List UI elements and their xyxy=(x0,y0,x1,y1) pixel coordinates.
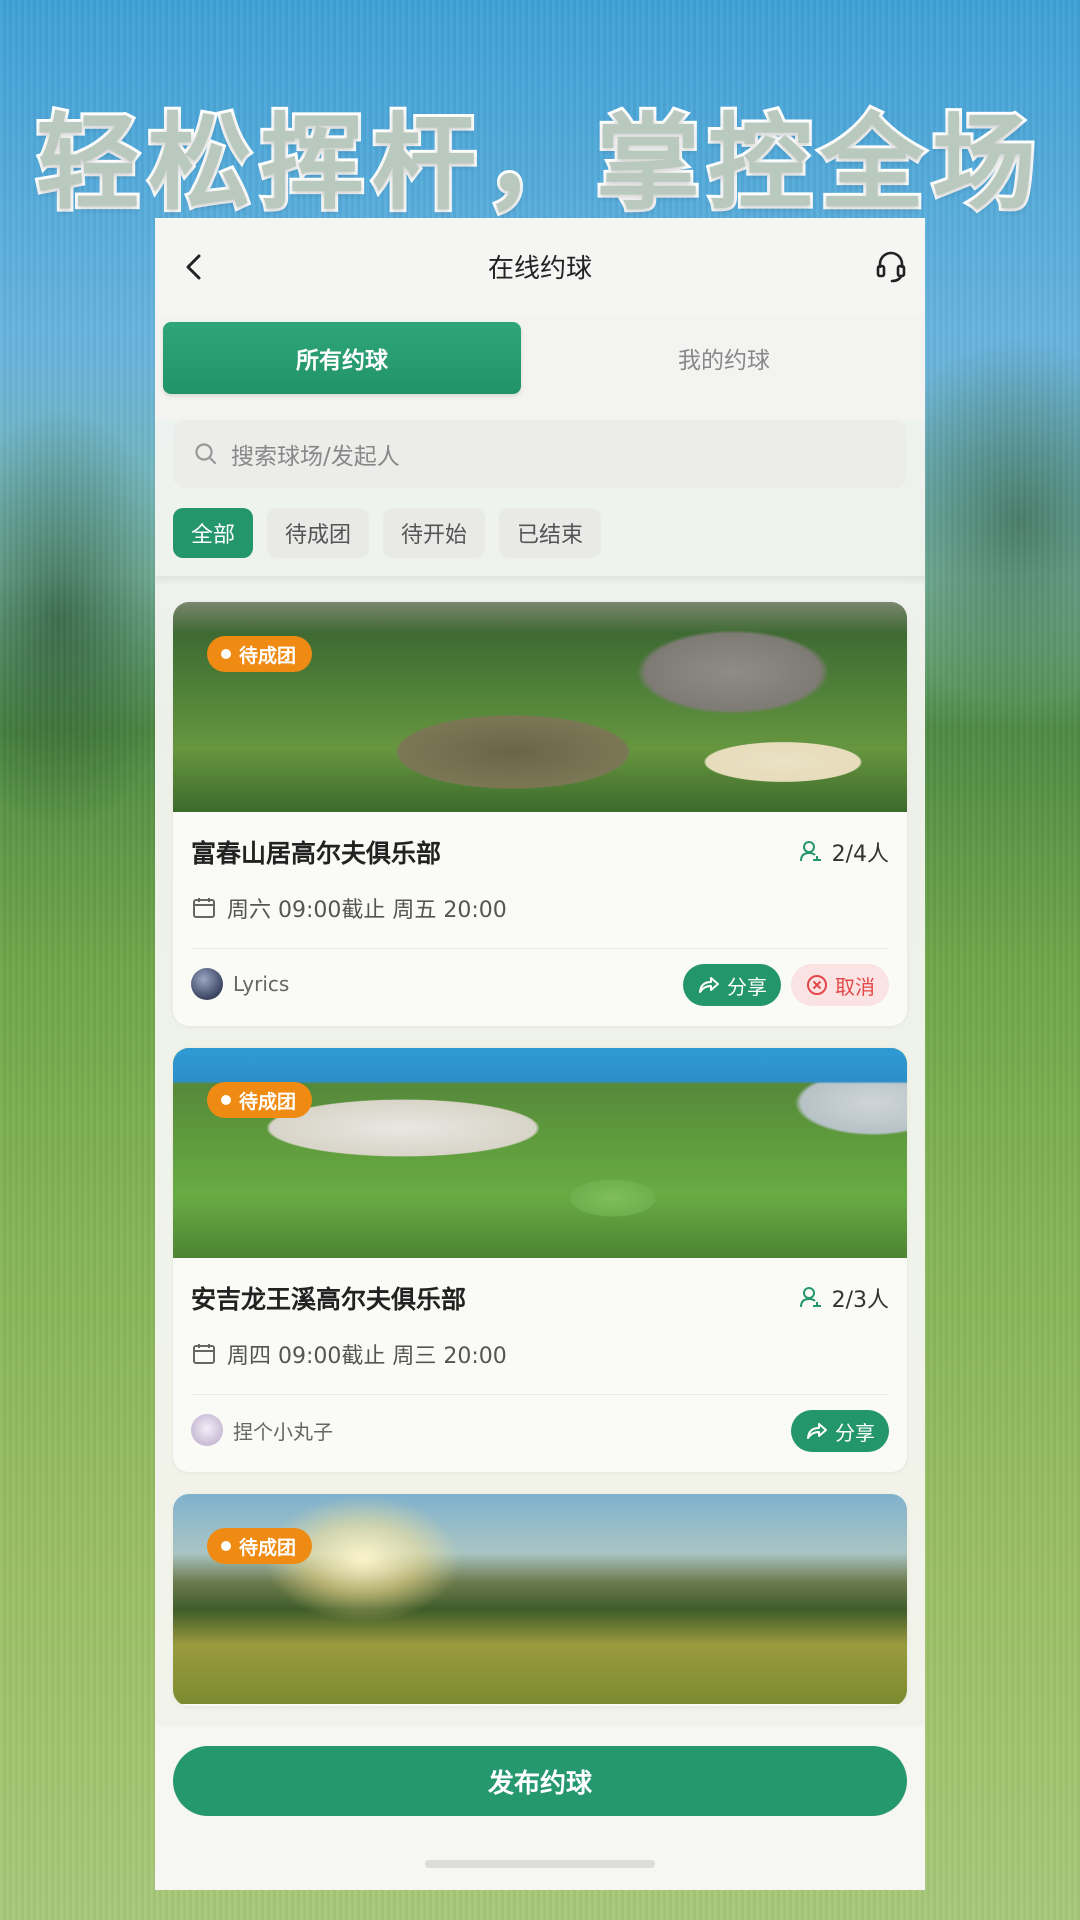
search-icon xyxy=(195,443,217,465)
divider xyxy=(191,948,889,949)
share-label: 分享 xyxy=(727,974,767,999)
filter-pending-group[interactable]: 待成团 xyxy=(267,508,370,558)
bottom-bar: 发布约球 xyxy=(155,1726,925,1890)
organizer: 捏个小丸子 xyxy=(191,1414,333,1446)
app-screen: 在线约球 所有约球 我的约球 搜索球场/发起人 全部 待成团 待开始 已结束 待… xyxy=(155,218,925,1890)
headset-icon[interactable] xyxy=(871,246,911,286)
nav-bar: 在线约球 xyxy=(155,218,925,316)
status-badge: 待成团 xyxy=(207,1082,313,1118)
search-placeholder: 搜索球场/发起人 xyxy=(231,444,400,470)
player-count-label: 2/4人 xyxy=(831,842,889,867)
organizer: Lyrics xyxy=(191,968,289,1000)
organizer-name: Lyrics xyxy=(233,972,290,996)
status-badge: 待成团 xyxy=(207,636,313,672)
match-card[interactable]: 待成团 xyxy=(173,1494,907,1706)
page-title: 在线约球 xyxy=(487,254,592,284)
status-badge: 待成团 xyxy=(207,1528,313,1564)
schedule-text: 周四 09:00截止 周三 20:00 xyxy=(227,1344,507,1369)
player-count-label: 2/3人 xyxy=(831,1288,889,1313)
course-name: 安吉龙王溪高尔夫俱乐部 xyxy=(191,1285,467,1314)
status-label: 待成团 xyxy=(239,1536,297,1559)
status-label: 待成团 xyxy=(239,1090,297,1113)
cancel-button[interactable]: 取消 xyxy=(791,964,889,1006)
publish-match-button[interactable]: 发布约球 xyxy=(173,1746,907,1816)
cancel-icon xyxy=(807,975,827,995)
avatar xyxy=(191,968,223,1000)
share-button[interactable]: 分享 xyxy=(683,964,781,1006)
avatar xyxy=(191,1414,223,1446)
share-icon xyxy=(699,977,719,993)
status-dot xyxy=(221,1541,231,1551)
card-actions: 分享 取消 xyxy=(683,964,889,1006)
divider xyxy=(191,1394,889,1395)
share-icon xyxy=(807,1423,827,1439)
schedule-text: 周六 09:00截止 周五 20:00 xyxy=(227,898,507,923)
people-icon xyxy=(799,841,821,862)
tab-bar: 所有约球 我的约球 xyxy=(155,316,925,420)
filter-all[interactable]: 全部 xyxy=(173,508,254,558)
cancel-label: 取消 xyxy=(835,974,875,999)
course-name: 富春山居高尔夫俱乐部 xyxy=(191,839,442,868)
player-count: 2/3人 xyxy=(798,1282,889,1314)
schedule: 周四 09:00截止 周三 20:00 xyxy=(191,1338,507,1370)
status-dot xyxy=(221,1095,231,1105)
player-count: 2/4人 xyxy=(798,836,889,868)
card-actions: 分享 xyxy=(791,1410,889,1452)
people-icon xyxy=(799,1287,821,1308)
course-photo: 待成团 xyxy=(173,1048,907,1258)
filter-upcoming[interactable]: 待开始 xyxy=(383,508,486,558)
status-dot xyxy=(221,649,231,659)
organizer-name: 捏个小丸子 xyxy=(233,1419,333,1444)
match-card[interactable]: 待成团 富春山居高尔夫俱乐部 2/4人 周六 09:00截止 周五 20:00 … xyxy=(173,602,907,1026)
share-button[interactable]: 分享 xyxy=(791,1410,889,1452)
share-label: 分享 xyxy=(835,1420,875,1445)
promo-headline: 轻松挥杆，掌控全场 xyxy=(33,99,1044,227)
schedule: 周六 09:00截止 周五 20:00 xyxy=(191,892,507,924)
course-photo: 待成团 xyxy=(173,1494,907,1704)
match-card[interactable]: 待成团 安吉龙王溪高尔夫俱乐部 2/3人 周四 09:00截止 周三 20:00… xyxy=(173,1048,907,1472)
home-indicator xyxy=(425,1860,655,1868)
tab-all-matches[interactable]: 所有约球 xyxy=(163,322,521,394)
status-label: 待成团 xyxy=(239,644,297,667)
tab-my-matches[interactable]: 我的约球 xyxy=(545,322,903,394)
calendar-icon xyxy=(193,1344,215,1364)
search-input[interactable]: 搜索球场/发起人 xyxy=(173,420,907,488)
calendar-icon xyxy=(193,898,215,918)
filter-finished[interactable]: 已结束 xyxy=(499,508,602,558)
status-filters: 全部 待成团 待开始 已结束 xyxy=(173,508,602,560)
course-photo: 待成团 xyxy=(173,602,907,812)
divider xyxy=(155,576,925,586)
